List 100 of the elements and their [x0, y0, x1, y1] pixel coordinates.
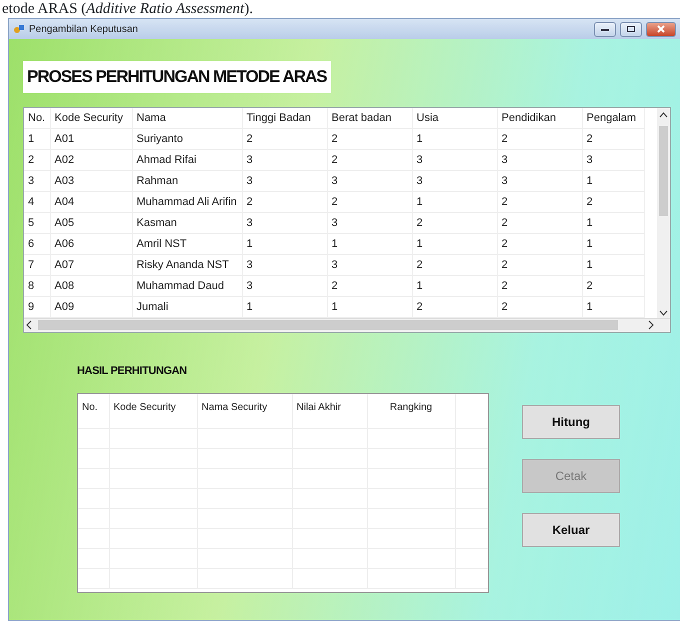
table-cell: 6 — [28, 238, 34, 250]
table-cell: 2 — [502, 196, 508, 208]
table-cell: 3 — [28, 174, 34, 187]
table-cell: 2 — [332, 154, 338, 166]
table-cell: 1 — [416, 238, 423, 250]
table-cell: Ahmad Rifai — [136, 154, 196, 166]
table-cell: 8 — [28, 280, 34, 292]
table-cell: 1 — [586, 174, 593, 187]
column-header[interactable]: Nama — [136, 112, 166, 124]
document-caption: etode ARAS (Additive Ratio Assessment). — [1, 0, 254, 18]
column-header[interactable]: No. — [82, 402, 98, 413]
table-cell: 2 — [332, 280, 338, 292]
table-cell: 1 — [586, 258, 593, 271]
column-header[interactable]: Pendidikan — [502, 112, 556, 124]
table-cell: A03 — [54, 174, 74, 187]
column-header[interactable]: Kode Security — [54, 112, 123, 124]
table-cell: 2 — [586, 196, 593, 208]
table-cell: 2 — [502, 280, 508, 292]
table-cell: 3 — [502, 154, 508, 166]
table-cell: 1 — [586, 238, 593, 250]
table-cell: 5 — [28, 216, 34, 229]
table-cell: Amril NST — [136, 238, 187, 250]
minimize-icon — [600, 26, 610, 32]
scroll-up-icon[interactable] — [657, 110, 670, 120]
table-cell: 9 — [28, 300, 34, 313]
vertical-scrollbar[interactable] — [657, 108, 670, 318]
table-cell: Muhammad Daud — [136, 280, 224, 292]
table-cell: 1 — [416, 196, 423, 208]
table-cell: 2 — [246, 132, 253, 145]
table-cell: Suriyanto — [136, 132, 183, 145]
scroll-right-icon[interactable] — [646, 319, 656, 331]
table-cell: A07 — [54, 258, 74, 271]
form-heading: PROSES PERHITUNGAN METODE ARAS — [23, 61, 331, 92]
table-cell: 2 — [502, 258, 508, 271]
table-cell: 1 — [586, 300, 593, 313]
column-header[interactable]: Rangking — [390, 402, 432, 413]
table-cell: 1 — [586, 216, 593, 229]
app-icon — [13, 23, 25, 35]
table-cell: 2 — [502, 238, 508, 250]
table-cell: 1 — [416, 132, 423, 145]
table-cell: A06 — [54, 238, 74, 250]
table-cell: 3 — [502, 174, 508, 187]
table-cell: 2 — [332, 196, 338, 208]
column-header[interactable]: Pengalam — [586, 112, 636, 124]
table-cell: 3 — [332, 174, 338, 187]
minimize-button[interactable] — [594, 22, 616, 36]
table-cell: 3 — [332, 216, 338, 229]
window-title: Pengambilan Keputusan — [29, 22, 138, 36]
table-cell: 3 — [246, 280, 253, 292]
scroll-left-icon[interactable] — [24, 319, 34, 331]
column-header[interactable]: No. — [28, 112, 46, 124]
table-cell: A08 — [54, 280, 74, 292]
table-cell: A01 — [54, 132, 74, 145]
table-cell: A09 — [54, 300, 74, 313]
table-cell: 1 — [332, 238, 338, 250]
table-cell: 3 — [246, 258, 253, 271]
table-cell: A05 — [54, 216, 74, 229]
table-cell: 2 — [502, 300, 508, 313]
table-cell: 2 — [416, 300, 423, 313]
table-cell: 1 — [416, 280, 423, 292]
table-cell: 1 — [246, 300, 253, 313]
table-cell: 2 — [416, 216, 423, 229]
table-cell: 2 — [246, 196, 253, 208]
table-cell: 3 — [246, 154, 253, 166]
table-cell: 3 — [416, 154, 423, 166]
table-cell: 1 — [28, 132, 34, 145]
table-cell: 7 — [28, 258, 34, 271]
table-cell: A04 — [54, 196, 74, 208]
table-cell: 3 — [586, 154, 593, 166]
table-cell: 2 — [586, 132, 593, 145]
table-cell: A02 — [54, 154, 74, 166]
table-cell: 1 — [332, 300, 338, 313]
table-cell: Jumali — [136, 300, 168, 313]
maximize-icon — [626, 25, 636, 33]
table-cell: 2 — [332, 132, 338, 145]
maximize-button[interactable] — [620, 22, 642, 36]
action-button[interactable]: Hitung — [522, 404, 620, 438]
column-header[interactable]: Berat badan — [332, 112, 392, 124]
table-cell: Kasman — [136, 216, 177, 229]
table-cell: 2 — [416, 258, 423, 271]
section-label: HASIL PERHITUNGAN — [77, 364, 188, 378]
table-cell: 1 — [246, 238, 253, 250]
table-cell: 3 — [332, 258, 338, 271]
table-cell: 4 — [28, 196, 34, 208]
table-cell: 2 — [586, 280, 593, 292]
action-button[interactable]: Keluar — [522, 512, 620, 546]
column-header[interactable]: Kode Security — [114, 402, 176, 413]
table-cell: Muhammad Ali Arifin — [136, 196, 237, 208]
table-cell: Risky Ananda NST — [136, 258, 229, 271]
column-header[interactable]: Usia — [416, 112, 439, 124]
column-header[interactable]: Nilai Akhir — [296, 402, 341, 413]
table-cell: 3 — [416, 174, 423, 187]
table-cell: 2 — [502, 132, 508, 145]
column-header[interactable]: Nama Security — [202, 402, 268, 413]
close-button[interactable] — [646, 22, 676, 36]
table-cell: 3 — [246, 174, 253, 187]
table-cell: 3 — [246, 216, 253, 229]
horizontal-scrollbar[interactable] — [24, 318, 670, 332]
close-icon — [656, 24, 666, 34]
column-header[interactable]: Tinggi Badan — [246, 112, 311, 124]
